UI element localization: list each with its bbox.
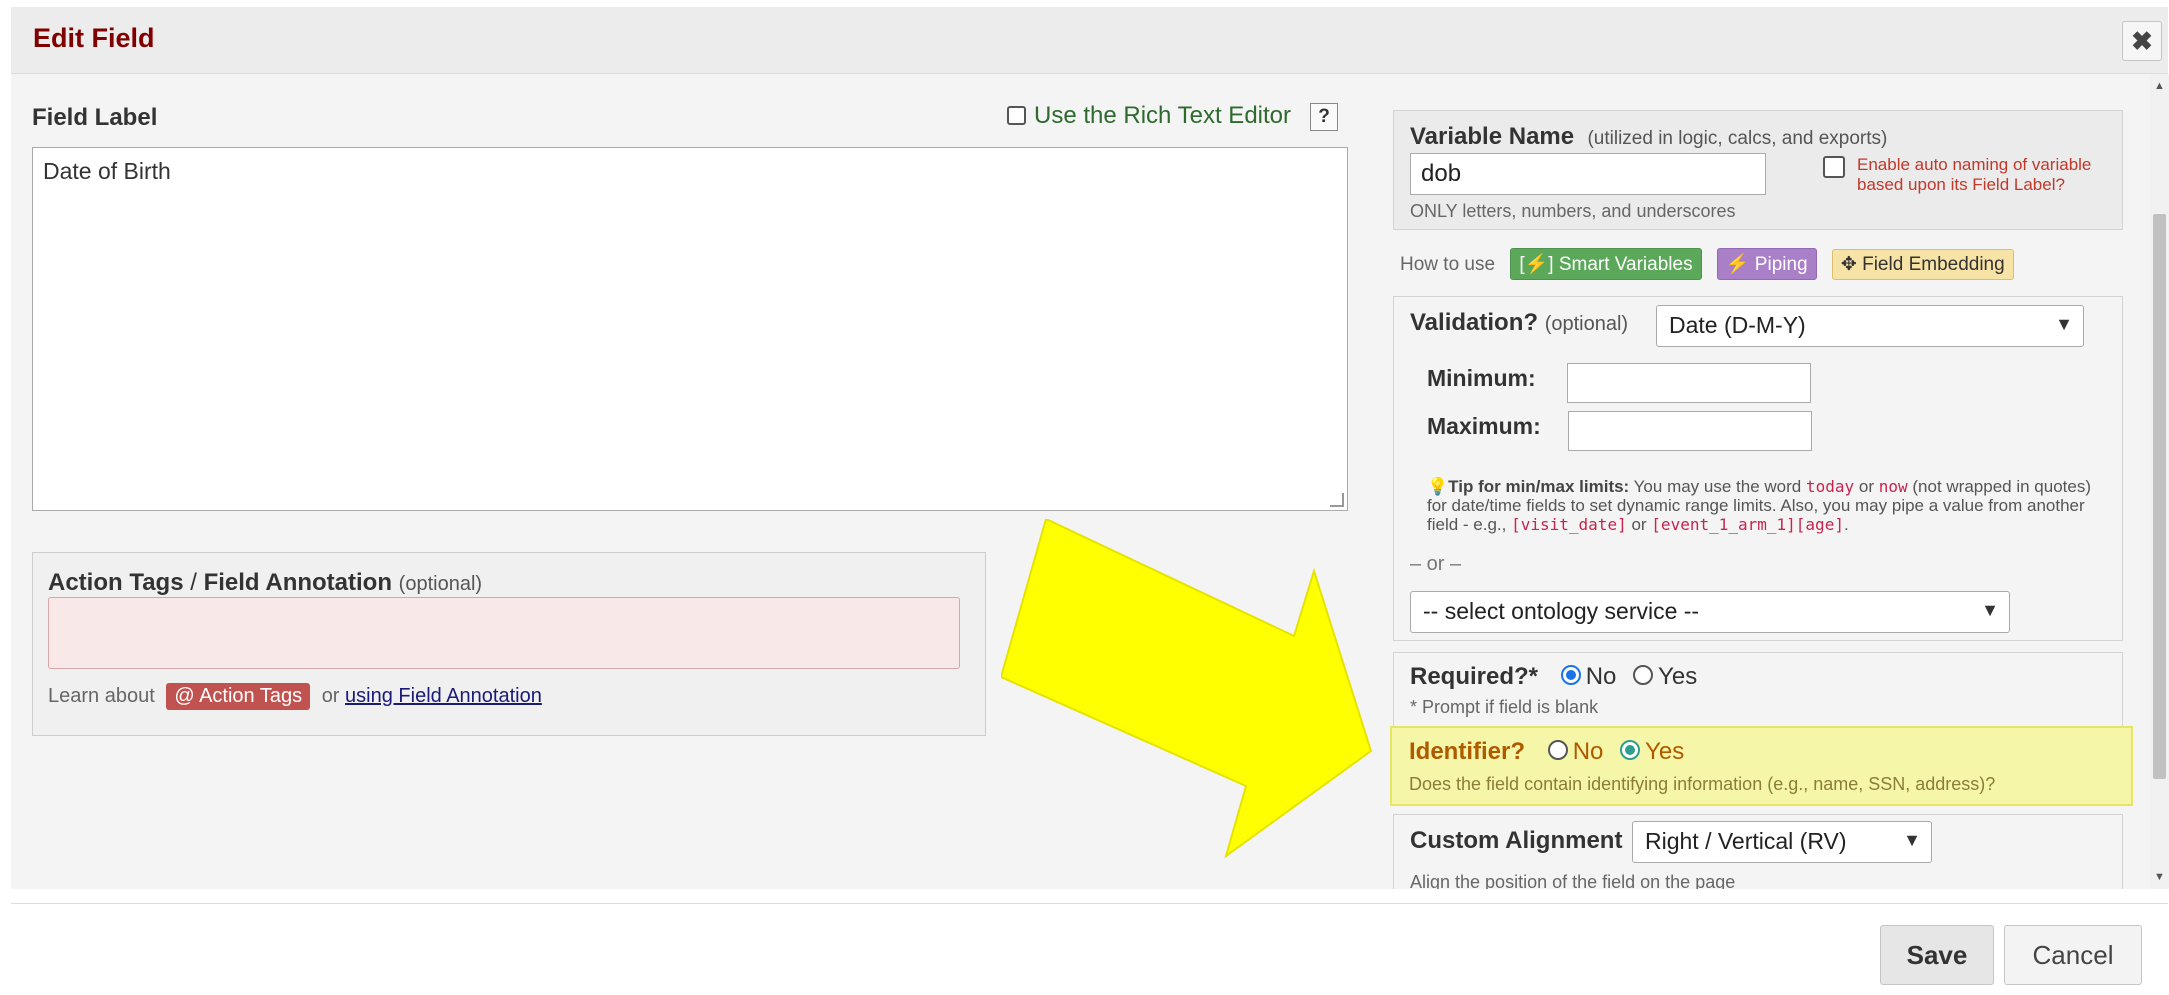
action-tags-header: Action Tags / Field Annotation (optional… xyxy=(48,569,483,596)
save-button[interactable]: Save xyxy=(1880,925,1994,985)
variable-name-header: Variable Name (utilized in logic, calcs,… xyxy=(1410,123,1888,150)
chevron-down-icon: ▼ xyxy=(1981,600,1999,620)
maximum-label: Maximum: xyxy=(1427,413,1541,439)
identifier-row: Identifier? No Yes xyxy=(1409,738,1685,765)
rich-text-editor-toggle[interactable]: Use the Rich Text Editor xyxy=(1007,102,1291,130)
field-label-value: Date of Birth xyxy=(43,158,171,184)
dialog-title: Edit Field xyxy=(33,23,155,53)
how-to-use-bar: How to use [⚡] Smart Variables ⚡ Piping … xyxy=(1400,248,2014,280)
field-label-header: Field Label xyxy=(32,104,158,131)
variable-name-panel: Variable Name (utilized in logic, calcs,… xyxy=(1393,110,2123,230)
smart-variables-button[interactable]: [⚡] Smart Variables xyxy=(1510,248,1702,280)
close-button[interactable]: ✖ xyxy=(2122,21,2162,61)
required-row: Required?* No Yes xyxy=(1410,663,1698,690)
rich-text-label: Use the Rich Text Editor xyxy=(1034,102,1292,129)
content-scrollbar[interactable]: ▲ ▼ xyxy=(2150,74,2169,889)
identifier-note: Does the field contain identifying infor… xyxy=(1409,774,1996,794)
validation-panel: Validation? (optional) Date (D-M-Y) ▼ Min… xyxy=(1393,296,2123,641)
scrollbar-thumb[interactable] xyxy=(2153,214,2166,779)
dialog-titlebar: Edit Field ✖ xyxy=(11,7,2168,74)
maximum-input[interactable] xyxy=(1568,411,1812,451)
variable-name-note: ONLY letters, numbers, and underscores xyxy=(1410,201,1736,221)
required-note: * Prompt if field is blank xyxy=(1410,697,1599,717)
validation-header: Validation? (optional) xyxy=(1410,309,1629,336)
ontology-select[interactable]: -- select ontology service -- ▼ xyxy=(1410,591,2010,633)
custom-alignment-panel: Custom Alignment Right / Vertical (RV) ▼ … xyxy=(1393,814,2123,889)
field-embedding-button[interactable]: ✥ Field Embedding xyxy=(1831,249,2014,280)
minimum-label: Minimum: xyxy=(1427,365,1536,391)
action-tags-panel: Action Tags / Field Annotation (optional… xyxy=(32,552,986,736)
resize-grip-icon[interactable] xyxy=(1330,493,1344,507)
min-max-tip: 💡Tip for min/max limits: You may use the… xyxy=(1427,477,2091,534)
scroll-down-icon[interactable]: ▼ xyxy=(2154,871,2165,883)
rich-text-checkbox[interactable] xyxy=(1007,106,1026,125)
auto-naming-label: Enable auto naming of variable based upo… xyxy=(1857,155,2092,194)
minimum-input[interactable] xyxy=(1567,363,1811,403)
yellow-arrow-annotation xyxy=(1001,519,1373,859)
field-label-textarea[interactable]: Date of Birth xyxy=(32,147,1348,511)
identifier-yes-radio[interactable] xyxy=(1620,740,1641,760)
validation-select[interactable]: Date (D-M-Y) ▼ xyxy=(1656,305,2084,347)
dialog-content: Field Label Use the Rich Text Editor ? D… xyxy=(11,74,2151,889)
piping-button[interactable]: ⚡ Piping xyxy=(1716,248,1817,280)
custom-alignment-header: Custom Alignment xyxy=(1410,827,1623,854)
identifier-no-radio[interactable] xyxy=(1547,740,1568,760)
or-divider: – or – xyxy=(1410,553,1462,575)
chevron-down-icon: ▼ xyxy=(1903,830,1921,850)
auto-naming-option[interactable]: Enable auto naming of variable based upo… xyxy=(1823,155,2123,195)
custom-alignment-note: Align the position of the field on the p… xyxy=(1410,872,1736,889)
help-button[interactable]: ? xyxy=(1310,103,1338,131)
chevron-down-icon: ▼ xyxy=(2055,314,2073,334)
learn-about-line: Learn about @ Action Tags or using Field… xyxy=(48,683,542,710)
lightbulb-icon: 💡 xyxy=(1427,477,1449,496)
scroll-up-icon[interactable]: ▲ xyxy=(2154,80,2165,92)
identifier-panel: Identifier? No Yes Does the field contai… xyxy=(1390,726,2133,806)
alignment-select[interactable]: Right / Vertical (RV) ▼ xyxy=(1632,821,1932,863)
dialog-footer: Save Cancel xyxy=(11,903,2168,995)
action-tags-button[interactable]: @ Action Tags xyxy=(166,683,311,710)
action-tags-input[interactable] xyxy=(48,597,960,669)
required-yes-radio[interactable] xyxy=(1633,665,1654,685)
field-annotation-link[interactable]: using Field Annotation xyxy=(345,685,542,707)
required-no-radio[interactable] xyxy=(1560,665,1581,685)
cancel-button[interactable]: Cancel xyxy=(2004,925,2142,985)
variable-name-input[interactable]: dob xyxy=(1410,153,1766,195)
auto-naming-checkbox[interactable] xyxy=(1823,156,1845,178)
